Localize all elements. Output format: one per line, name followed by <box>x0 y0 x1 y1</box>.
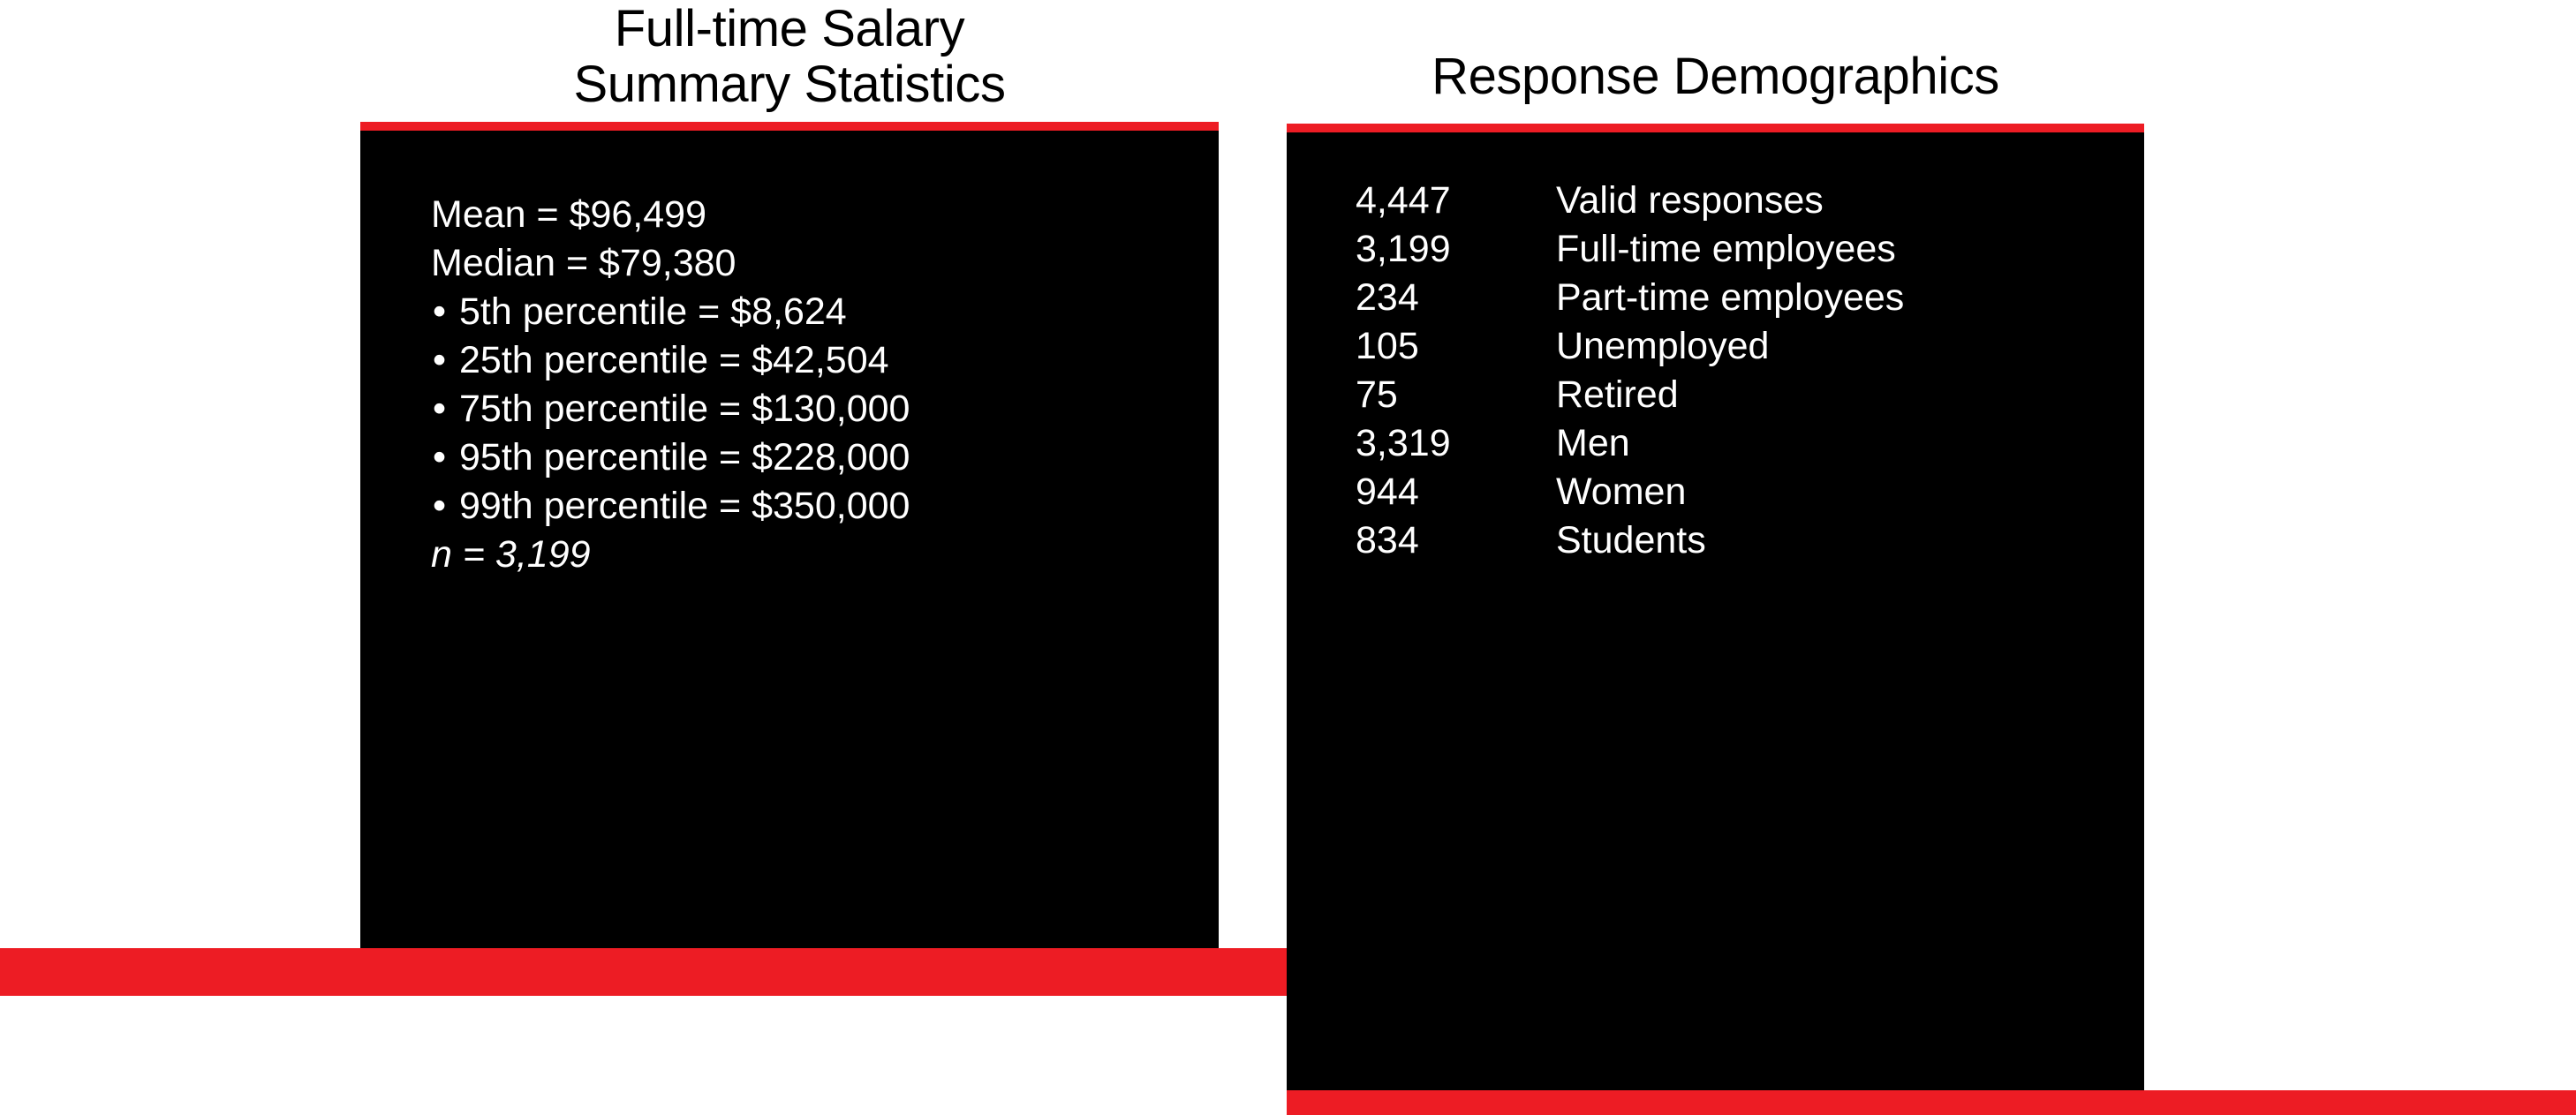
salary-stat-text: Median = $79,380 <box>431 242 737 284</box>
demographic-label: Part-time employees <box>1556 276 1905 319</box>
demographic-label: Men <box>1556 422 1630 464</box>
salary-stat-text: 5th percentile = $8,624 <box>459 290 847 333</box>
salary-stat-text: 75th percentile = $130,000 <box>459 388 910 430</box>
demographic-count: 834 <box>1356 519 1419 561</box>
salary-stat-bullet-item: • 95th percentile = $228,000 <box>431 439 1173 487</box>
demographic-label: Students <box>1556 519 1706 561</box>
bullet-icon: • <box>433 388 447 430</box>
demographic-row: 75 Retired <box>1356 376 2115 425</box>
demographic-row: 3,199 Full-time employees <box>1356 230 2115 279</box>
demographic-count: 105 <box>1356 325 1419 367</box>
left-panel-top-accent-bar <box>360 122 1219 131</box>
left-panel-bottom-accent-bar <box>0 948 1287 996</box>
bullet-icon: • <box>433 436 447 478</box>
salary-stat-bullet-item: • 99th percentile = $350,000 <box>431 487 1173 536</box>
demographic-row: 944 Women <box>1356 473 2115 522</box>
demographic-label: Women <box>1556 471 1687 513</box>
demographic-row: 834 Students <box>1356 522 2115 570</box>
infographic-canvas: Full-time Salary Summary Statistics Mean… <box>0 0 2576 1115</box>
bullet-icon: • <box>433 485 447 527</box>
demographic-row: 3,319 Men <box>1356 425 2115 473</box>
salary-stat-text: 25th percentile = $42,504 <box>459 339 889 381</box>
salary-stat-text: n = 3,199 <box>431 533 591 576</box>
right-panel-top-accent-bar <box>1287 124 2144 132</box>
demographic-label: Valid responses <box>1556 179 1824 222</box>
salary-stat-line: n = 3,199 <box>431 536 1173 584</box>
salary-stat-bullet-item: • 25th percentile = $42,504 <box>431 342 1173 390</box>
salary-stat-bullet-item: • 75th percentile = $130,000 <box>431 390 1173 439</box>
demographic-row: 234 Part-time employees <box>1356 279 2115 328</box>
demographic-count: 944 <box>1356 471 1419 513</box>
salary-stat-line: Median = $79,380 <box>431 245 1173 293</box>
demographic-count: 75 <box>1356 373 1398 416</box>
salary-statistics-list: Mean = $96,499 Median = $79,380 • 5th perce… <box>431 196 1173 584</box>
demographic-count: 3,199 <box>1356 228 1451 270</box>
bullet-icon: • <box>433 290 447 333</box>
salary-stat-text: Mean = $96,499 <box>431 193 707 236</box>
salary-stat-line: Mean = $96,499 <box>431 196 1173 245</box>
demographic-row: 4,447 Valid responses <box>1356 182 2115 230</box>
salary-stat-text: 99th percentile = $350,000 <box>459 485 910 527</box>
bullet-icon: • <box>433 339 447 381</box>
response-demographics-list: 4,447 Valid responses 3,199 Full-time emplo… <box>1356 182 2115 570</box>
right-panel-title: Response Demographics <box>1432 48 1999 105</box>
demographic-label: Unemployed <box>1556 325 1770 367</box>
demographic-count: 4,447 <box>1356 179 1451 222</box>
salary-stat-bullet-item: • 5th percentile = $8,624 <box>431 293 1173 342</box>
demographic-count: 234 <box>1356 276 1419 319</box>
right-panel-bottom-accent-bar <box>1287 1090 2576 1115</box>
demographic-label: Retired <box>1556 373 1679 416</box>
demographic-label: Full-time employees <box>1556 228 1896 270</box>
salary-stat-text: 95th percentile = $228,000 <box>459 436 910 478</box>
demographic-row: 105 Unemployed <box>1356 328 2115 376</box>
left-panel-title: Full-time Salary Summary Statistics <box>573 0 1006 113</box>
demographic-count: 3,319 <box>1356 422 1451 464</box>
